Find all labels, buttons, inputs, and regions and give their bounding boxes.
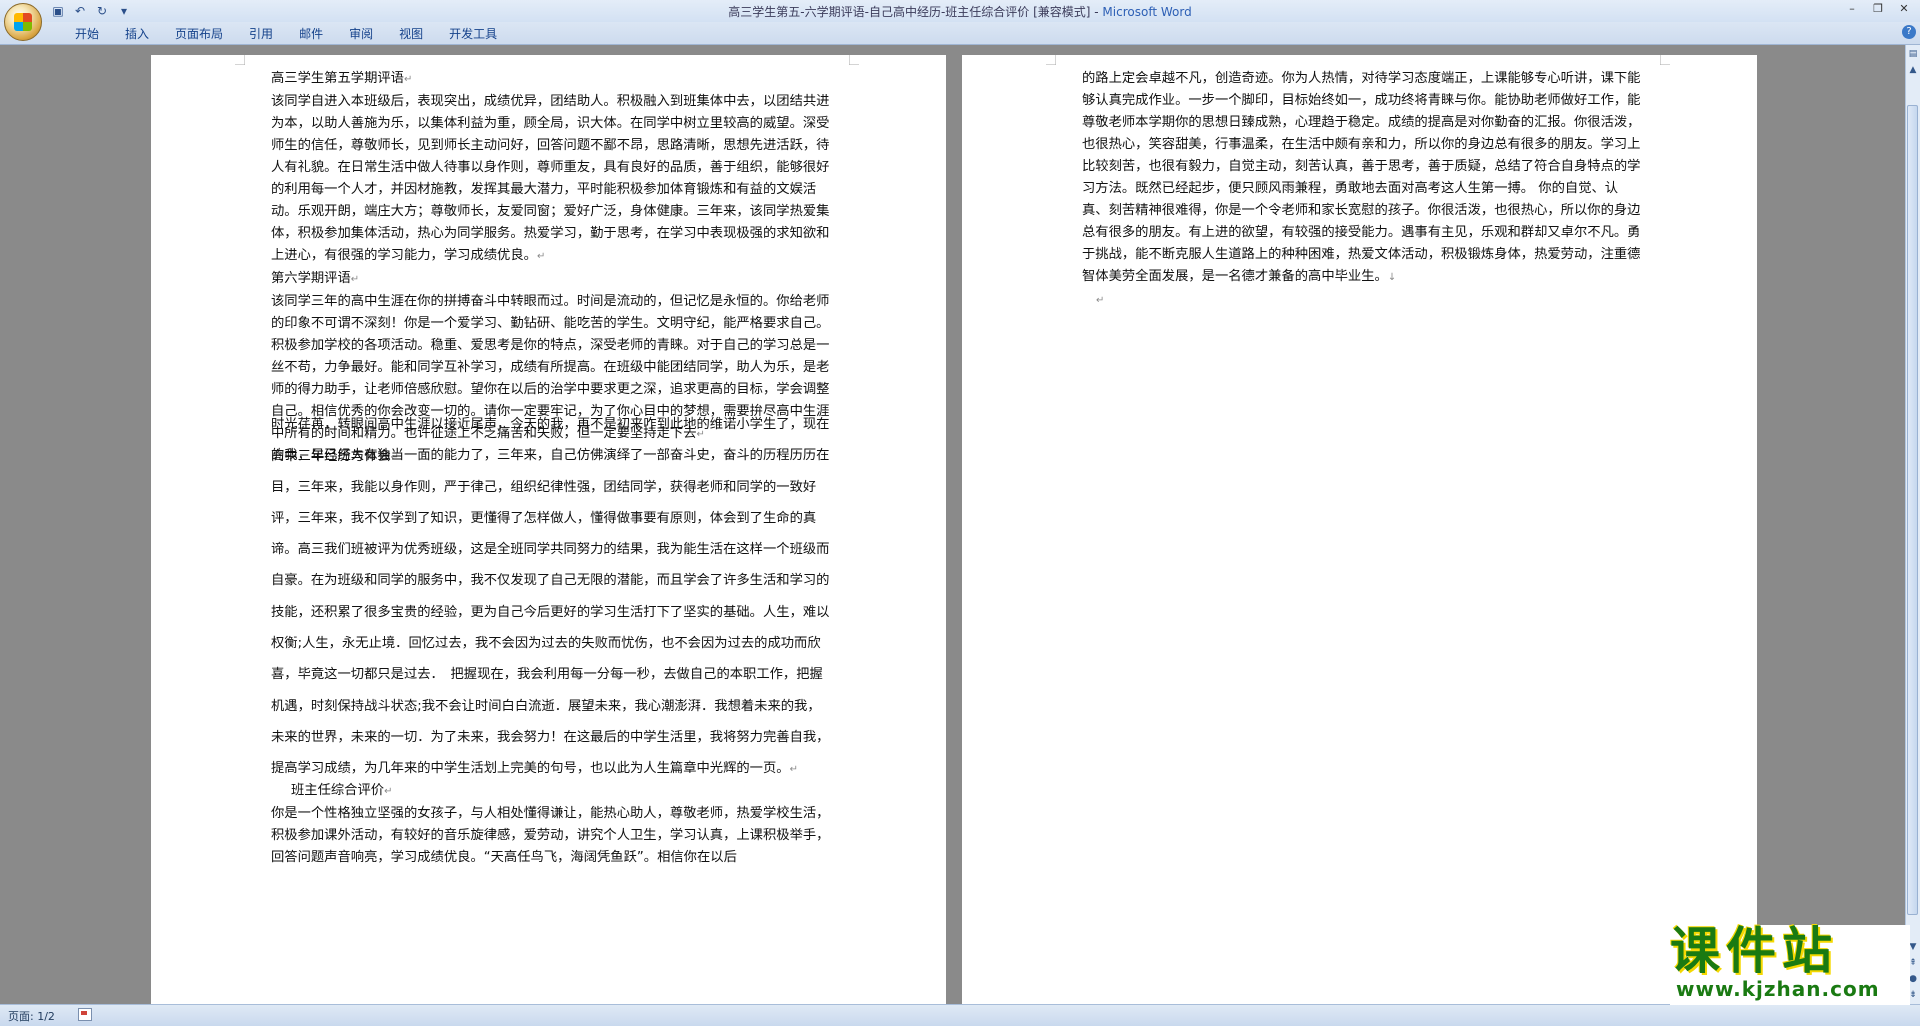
heading-text: 第六学期评语 <box>271 271 351 286</box>
app-name: Microsoft Word <box>1102 5 1192 19</box>
paragraph-experience: 时光荏苒，转眼间高中生涯以接近尾声，今天的我，再不是初来咋到此地的维诺小学生了，… <box>271 409 831 786</box>
watermark-logo-text: 课件站 <box>1670 921 1838 980</box>
minimize-icon[interactable]: – <box>1840 1 1864 17</box>
proofing-icon[interactable] <box>78 1008 92 1021</box>
paragraph-fifth-term: 该同学自进入本班级后，表现突出，成绩优异，团结助人。积极融入到班集体中去，以团结… <box>271 91 831 268</box>
margin-corner-mark <box>1660 55 1670 65</box>
paragraph-text: 该同学自进入本班级后，表现突出，成绩优异，团结助人。积极融入到班集体中去，以团结… <box>271 94 830 263</box>
window-controls: – ❐ ✕ <box>1840 1 1916 17</box>
scroll-up-icon[interactable]: ▲ <box>1906 63 1920 77</box>
title-bar: ▣ ↶ ↻ ▾ 高三学生第五-六学期评语-自己高中经历-班主任综合评价 [兼容模… <box>0 0 1920 41</box>
tab-review[interactable]: 审阅 <box>336 25 386 43</box>
paragraph-mark: ↵ <box>1096 295 1105 306</box>
document-page-1[interactable]: 高三学生第五学期评语↵ 该同学自进入本班级后，表现突出，成绩优异，团结助人。积极… <box>151 55 946 1004</box>
window-title: 高三学生第五-六学期评语-自己高中经历-班主任综合评价 [兼容模式] - Mic… <box>0 3 1920 20</box>
text-block-2: 时光荏苒，转眼间高中生涯以接近尾声，今天的我，再不是初来咋到此地的维诺小学生了，… <box>271 409 831 786</box>
heading-text: 高三学生第五学期评语 <box>271 71 404 86</box>
paragraph-continued: 的路上定会卓越不凡，创造奇迹。你为人热情，对待学习态度端正，上课能够专心听讲，课… <box>1082 68 1642 289</box>
tab-view[interactable]: 视图 <box>386 25 436 43</box>
ruler-toggle-icon[interactable]: ▤ <box>1906 47 1920 61</box>
ribbon-tabs: 开始 插入 页面布局 引用 邮件 审阅 视图 开发工具 <box>62 25 510 43</box>
line-break-mark: ↓ <box>1387 272 1397 283</box>
paragraph-mark: ↵ <box>536 251 546 262</box>
paragraph-text: 的路上定会卓越不凡，创造奇迹。你为人热情，对待学习态度端正，上课能够专心听讲，课… <box>1082 71 1641 284</box>
help-icon[interactable]: ? <box>1902 25 1916 39</box>
document-workspace: 高三学生第五学期评语↵ 该同学自进入本班级后，表现突出，成绩优异，团结助人。积极… <box>0 45 1906 1004</box>
document-page-2[interactable]: 的路上定会卓越不凡，创造奇迹。你为人热情，对待学习态度端正，上课能够专心听讲，课… <box>962 55 1757 1004</box>
heading-sixth-term: 第六学期评语↵ <box>271 268 831 291</box>
paragraph-mark: ↵ <box>403 74 413 85</box>
paragraph-teacher-evaluation: 你是一个性格独立坚强的女孩子，与人相处懂得谦让，能热心助人，尊敬老师，热爱学校生… <box>271 803 831 869</box>
tab-page-layout[interactable]: 页面布局 <box>162 25 236 43</box>
heading-fifth-term: 高三学生第五学期评语↵ <box>271 68 831 91</box>
margin-corner-mark <box>235 55 245 65</box>
heading-text: 班主任综合评价 <box>291 783 385 798</box>
ribbon-tab-bar: 开始 插入 页面布局 引用 邮件 审阅 视图 开发工具 ? <box>0 22 1920 45</box>
paragraph-text: 你是一个性格独立坚强的女孩子，与人相处懂得谦让，能热心助人，尊敬老师，热爱学校生… <box>271 806 830 865</box>
tab-mailings[interactable]: 邮件 <box>286 25 336 43</box>
status-bar: 页面: 1/2 <box>0 1004 1920 1026</box>
scroll-thumb[interactable] <box>1907 105 1918 915</box>
heading-teacher-evaluation: 班主任综合评价↵ <box>271 780 831 803</box>
margin-corner-mark <box>849 55 859 65</box>
paragraph-mark: ↵ <box>789 764 798 776</box>
close-icon[interactable]: ✕ <box>1892 1 1916 17</box>
restore-icon[interactable]: ❐ <box>1866 1 1890 17</box>
tab-developer[interactable]: 开发工具 <box>436 25 510 43</box>
tab-insert[interactable]: 插入 <box>112 25 162 43</box>
paragraph-mark: ↵ <box>350 274 360 285</box>
office-button[interactable] <box>4 3 42 41</box>
document-title: 高三学生第五-六学期评语-自己高中经历-班主任综合评价 [兼容模式] - <box>728 5 1103 19</box>
vertical-scrollbar[interactable]: ▤ ▲ ▼ ⇞ ● ⇟ <box>1905 45 1920 1004</box>
text-block-4: 的路上定会卓越不凡，创造奇迹。你为人热情，对待学习态度端正，上课能够专心听讲，课… <box>1082 68 1642 312</box>
watermark-url: www.kjzhan.com <box>1676 977 1880 1001</box>
paragraph-text: 时光荏苒，转眼间高中生涯以接近尾声，今天的我，再不是初来咋到此地的维诺小学生了，… <box>271 417 830 777</box>
tab-home[interactable]: 开始 <box>62 25 112 43</box>
office-logo-icon <box>14 13 32 31</box>
empty-paragraph: ↵ <box>1082 289 1642 312</box>
site-watermark: 课件站 www.kjzhan.com <box>1670 925 1910 1005</box>
text-block-3: 班主任综合评价↵ 你是一个性格独立坚强的女孩子，与人相处懂得谦让，能热心助人，尊… <box>271 780 831 869</box>
page-indicator[interactable]: 页面: 1/2 <box>8 1008 55 1024</box>
tab-references[interactable]: 引用 <box>236 25 286 43</box>
margin-corner-mark <box>1046 55 1056 65</box>
paragraph-mark: ↵ <box>384 786 393 797</box>
